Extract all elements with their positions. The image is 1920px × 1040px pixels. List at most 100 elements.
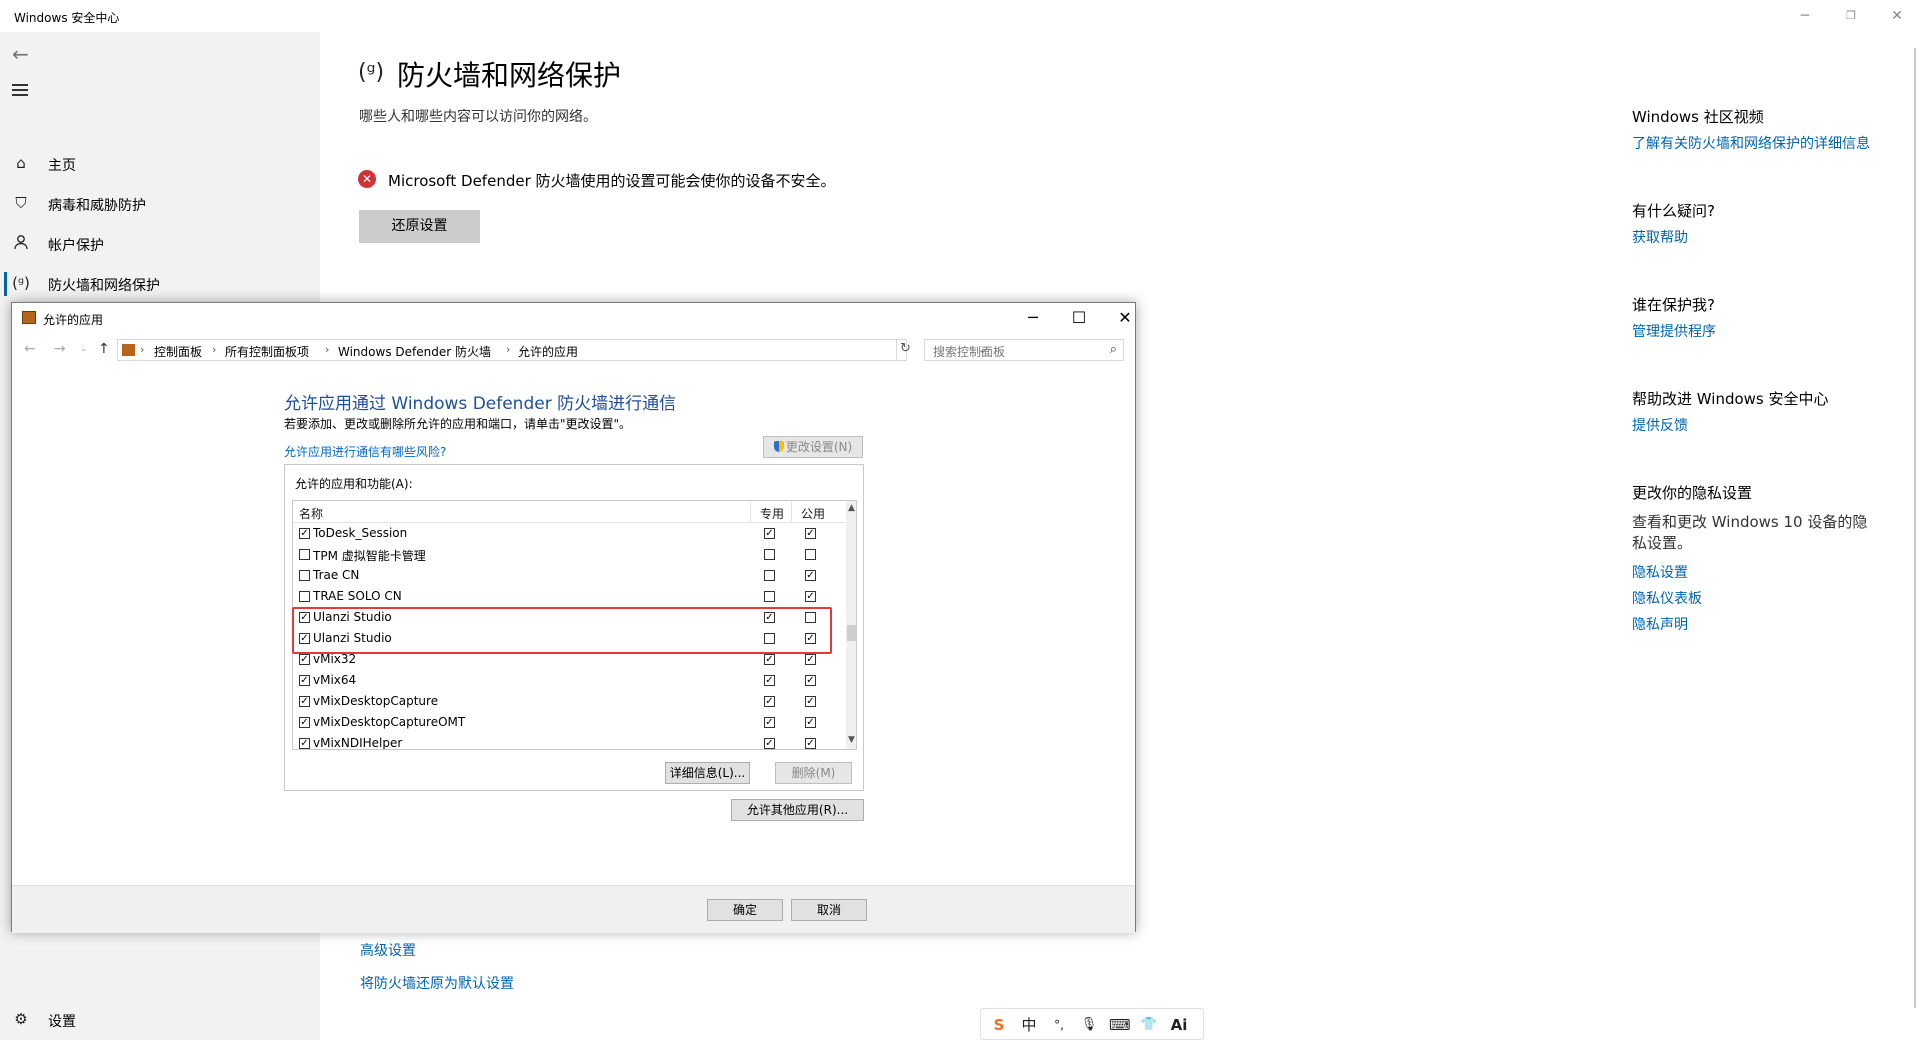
private-checkbox[interactable]: ✓ (764, 654, 775, 665)
enabled-checkbox[interactable] (299, 591, 310, 602)
minimize-button[interactable]: ─ (1782, 0, 1828, 32)
table-row[interactable]: ✓ vMixDesktopCapture ✓ ✓ (293, 691, 846, 712)
close-button[interactable]: ✕ (1874, 0, 1920, 32)
shield-icon: ⛉ (15, 194, 27, 212)
public-checkbox[interactable]: ✓ (805, 738, 816, 749)
sidebar-item-account-protection[interactable]: 帐户保护 (0, 224, 320, 264)
keyboard-icon[interactable]: ⌨ (1109, 1015, 1131, 1035)
column-header-private[interactable]: 专用 (760, 505, 784, 522)
private-checkbox[interactable]: ✓ (764, 696, 775, 707)
breadcrumb[interactable]: 所有控制面板项 (225, 343, 309, 360)
table-row[interactable]: TRAE SOLO CN ✓ (293, 586, 846, 607)
enabled-checkbox[interactable]: ✓ (299, 738, 310, 749)
recent-dropdown-icon[interactable]: ⌄ (80, 344, 88, 354)
public-checkbox[interactable]: ✓ (805, 570, 816, 581)
remove-button[interactable]: 删除(M) (775, 762, 852, 784)
table-row[interactable]: ✓ vMixDesktopCaptureOMT ✓ ✓ (293, 712, 846, 733)
scrollbar[interactable] (1914, 48, 1916, 1008)
back-arrow-icon[interactable]: ← (12, 42, 29, 66)
private-checkbox[interactable] (764, 570, 775, 581)
privacy-dashboard-link[interactable]: 隐私仪表板 (1632, 588, 1702, 608)
restore-settings-button[interactable]: 还原设置 (359, 210, 480, 243)
private-checkbox[interactable]: ✓ (764, 528, 775, 539)
app-name: vMix64 (313, 673, 357, 687)
advanced-settings-link[interactable]: 高级设置 (360, 940, 416, 960)
public-checkbox[interactable]: ✓ (805, 675, 816, 686)
enabled-checkbox[interactable]: ✓ (299, 696, 310, 707)
sidebar-item-virus-protection[interactable]: ⛉ 病毒和威胁防护 (0, 184, 320, 224)
ime-toolbar: S 中 °, 🎙 ⌨ 👕 Ai (980, 1008, 1204, 1040)
sidebar-item-label: 帐户保护 (48, 238, 104, 254)
enabled-checkbox[interactable]: ✓ (299, 528, 310, 539)
public-checkbox[interactable]: ✓ (805, 591, 816, 602)
table-row[interactable]: ✓ ToDesk_Session ✓ ✓ (293, 523, 846, 544)
enabled-checkbox[interactable]: ✓ (299, 675, 310, 686)
list-scrollbar[interactable]: ▲ ▼ (846, 501, 856, 749)
enabled-checkbox[interactable]: ✓ (299, 717, 310, 728)
public-checkbox[interactable]: ✓ (805, 717, 816, 728)
up-arrow-icon[interactable]: ↑ (98, 341, 110, 357)
sogou-logo-icon[interactable]: S (989, 1015, 1009, 1035)
public-checkbox[interactable]: ✓ (805, 696, 816, 707)
allow-other-app-button[interactable]: 允许其他应用(R)... (731, 799, 864, 821)
scroll-thumb[interactable] (847, 625, 856, 641)
feedback-link[interactable]: 提供反馈 (1632, 415, 1688, 435)
chinese-mode-icon[interactable]: 中 (1019, 1015, 1039, 1035)
app-name: ToDesk_Session (313, 526, 408, 540)
sidebar-item-firewall[interactable]: (ᵍ) 防火墙和网络保护 (0, 264, 320, 304)
table-row[interactable]: ✓ vMixNDIHelper ✓ ✓ (293, 733, 846, 749)
get-help-link[interactable]: 获取帮助 (1632, 227, 1688, 247)
scroll-up-icon[interactable]: ▲ (846, 503, 856, 513)
column-header-name[interactable]: 名称 (299, 505, 323, 522)
change-settings-label: 更改设置(N) (785, 440, 853, 454)
sidebar-item-home[interactable]: ⌂ 主页 (0, 144, 320, 184)
enabled-checkbox[interactable]: ✓ (299, 654, 310, 665)
scroll-down-icon[interactable]: ▼ (846, 735, 856, 745)
restore-window-button[interactable]: ❐ (1828, 0, 1874, 32)
table-row[interactable]: ✓ vMix64 ✓ ✓ (293, 670, 846, 691)
refresh-icon[interactable]: ↻ (896, 339, 914, 361)
dialog-close-button[interactable]: ✕ (1102, 303, 1148, 333)
public-checkbox[interactable]: ✓ (805, 528, 816, 539)
privacy-statement-link[interactable]: 隐私声明 (1632, 614, 1688, 634)
restore-defaults-link[interactable]: 将防火墙还原为默认设置 (360, 973, 514, 993)
search-input[interactable]: 搜索控制面板 ⌕ (924, 339, 1124, 361)
skin-icon[interactable]: 👕 (1139, 1015, 1159, 1035)
cancel-button[interactable]: 取消 (791, 899, 867, 921)
breadcrumb[interactable]: 控制面板 (154, 343, 202, 360)
change-settings-button[interactable]: 更改设置(N) (763, 436, 863, 458)
private-checkbox[interactable]: ✓ (764, 738, 775, 749)
breadcrumb[interactable]: 允许的应用 (518, 343, 578, 360)
table-row[interactable]: TPM 虚拟智能卡管理 (293, 544, 846, 565)
community-link[interactable]: 了解有关防火墙和网络保护的详细信息 (1632, 133, 1870, 153)
column-header-public[interactable]: 公用 (801, 505, 825, 522)
page-subtitle: 哪些人和哪些内容可以访问你的网络。 (359, 109, 597, 125)
public-checkbox[interactable]: ✓ (805, 654, 816, 665)
manage-providers-link[interactable]: 管理提供程序 (1632, 321, 1716, 341)
app-name: vMix32 (313, 652, 357, 666)
private-checkbox[interactable]: ✓ (764, 675, 775, 686)
ai-assistant-icon[interactable]: Ai (1169, 1015, 1189, 1035)
app-name: Trae CN (313, 568, 360, 582)
ok-button[interactable]: 确定 (707, 899, 783, 921)
forward-arrow-icon[interactable]: → (54, 341, 66, 357)
privacy-settings-link[interactable]: 隐私设置 (1632, 562, 1688, 582)
sidebar-item-settings[interactable]: ⚙ 设置 (0, 1000, 320, 1040)
enabled-checkbox[interactable] (299, 549, 310, 560)
details-button[interactable]: 详细信息(L)... (665, 762, 750, 784)
hamburger-menu-icon[interactable] (12, 84, 28, 96)
risk-link[interactable]: 允许应用进行通信有哪些风险? (284, 443, 446, 460)
private-checkbox[interactable]: ✓ (764, 717, 775, 728)
breadcrumb[interactable]: Windows Defender 防火墙 (338, 343, 491, 360)
dialog-maximize-button[interactable]: ☐ (1056, 303, 1102, 333)
private-checkbox[interactable] (764, 549, 775, 560)
dialog-minimize-button[interactable]: ─ (1010, 303, 1056, 333)
table-row[interactable]: Trae CN ✓ (293, 565, 846, 586)
punctuation-icon[interactable]: °, (1049, 1015, 1069, 1035)
back-arrow-icon[interactable]: ← (24, 341, 36, 357)
public-checkbox[interactable] (805, 549, 816, 560)
address-bar[interactable]: › 控制面板 › 所有控制面板项 › Windows Defender 防火墙 … (117, 339, 987, 361)
enabled-checkbox[interactable] (299, 570, 310, 581)
private-checkbox[interactable] (764, 591, 775, 602)
microphone-icon[interactable]: 🎙 (1079, 1015, 1099, 1035)
